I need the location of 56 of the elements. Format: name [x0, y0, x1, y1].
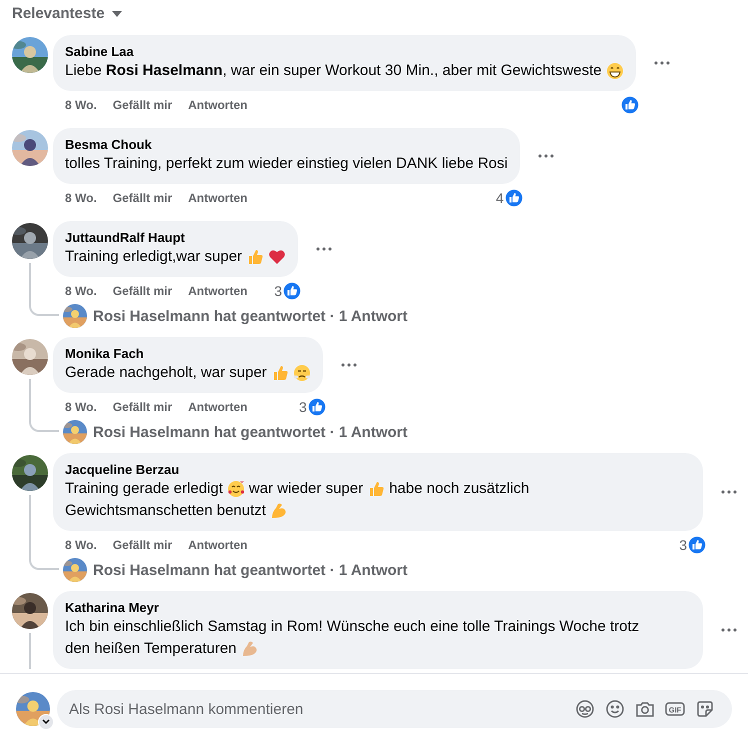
chevron-icon[interactable] — [38, 714, 54, 730]
thread-line — [29, 379, 31, 417]
more-icon — [654, 61, 670, 65]
author-name[interactable]: Besma Chouk — [65, 136, 508, 153]
timestamp: 8 Wo. — [65, 400, 97, 414]
reply-link[interactable]: Antworten — [188, 284, 248, 298]
thread-connector — [29, 300, 59, 316]
timestamp: 8 Wo. — [65, 98, 97, 112]
author-name[interactable]: JuttaundRalf Haupt — [65, 229, 286, 246]
comment-text: den heißen Temperaturen — [65, 639, 237, 659]
comment-text: Training gerade erledigt — [65, 479, 223, 499]
more-icon — [721, 628, 737, 632]
author-name[interactable]: Sabine Laa — [65, 43, 624, 60]
reply-link[interactable]: Antworten — [188, 98, 248, 112]
reply-link[interactable]: Antworten — [188, 400, 248, 414]
like-link[interactable]: Gefällt mir — [112, 191, 172, 205]
comment-text: Liebe Rosi Haselmann, war ein super Workout 30 Min., aber mit Gewichtsweste — [65, 61, 602, 81]
reaction-count: 3 — [274, 283, 282, 299]
view-replies-link[interactable]: Rosi Haselmann hat geantwortet · 1 Antwort — [93, 562, 408, 578]
comment-text: Training erledigt,war super — [65, 247, 242, 267]
like-link[interactable]: Gefällt mir — [112, 400, 172, 414]
comment-text: Ich bin einschließlich Samstag in Rom! Wünsche euch eine tolle Trainings Woche trotz — [65, 617, 640, 637]
thread-line — [29, 263, 31, 301]
sticker-icon — [695, 699, 715, 719]
more-icon — [340, 363, 357, 367]
like-link[interactable]: Gefällt mir — [112, 98, 172, 112]
reply-link[interactable]: Antworten — [188, 538, 248, 552]
reaction-count: 4 — [496, 190, 504, 206]
comment-text: war wieder super — [248, 479, 364, 499]
author-name[interactable]: Jacqueline Berzau — [65, 461, 691, 478]
more-icon — [721, 490, 737, 494]
smiley-icon — [605, 699, 625, 719]
reaction-count: 3 — [299, 399, 307, 415]
comment-text: tolles Training, perfekt zum wieder einstieg vielen DANK liebe Rosi — [65, 154, 508, 174]
reaction-count: 3 — [679, 537, 687, 553]
like-link[interactable]: Gefällt mir — [112, 284, 172, 298]
comment-text: habe noch zusätzlich — [389, 479, 530, 499]
sort-dropdown[interactable]: Relevanteste — [12, 5, 123, 22]
more-icon — [316, 247, 332, 251]
timestamp: 8 Wo. — [65, 538, 97, 552]
author-name[interactable]: Katharina Meyr — [65, 599, 691, 616]
thread-connector — [29, 416, 59, 432]
author-name[interactable]: Monika Fach — [65, 345, 311, 362]
comment-text: Gerade nachgeholt, war super — [65, 363, 267, 383]
thread-line — [29, 495, 31, 555]
reply-link[interactable]: Antworten — [188, 191, 248, 205]
caret-icon — [110, 10, 123, 18]
timestamp: 8 Wo. — [65, 191, 97, 205]
view-replies-link[interactable]: Rosi Haselmann hat geantwortet · 1 Antwort — [93, 308, 408, 324]
like-link[interactable]: Gefällt mir — [112, 538, 172, 552]
timestamp: 8 Wo. — [65, 284, 97, 298]
more-icon — [538, 154, 554, 158]
view-replies-link[interactable]: Rosi Haselmann hat geantwortet · 1 Antwort — [93, 424, 408, 440]
sunglasses-face-icon — [575, 699, 595, 719]
thread-connector — [29, 554, 59, 570]
comment-text: Gewichtsmanschetten benutzt — [65, 501, 266, 521]
